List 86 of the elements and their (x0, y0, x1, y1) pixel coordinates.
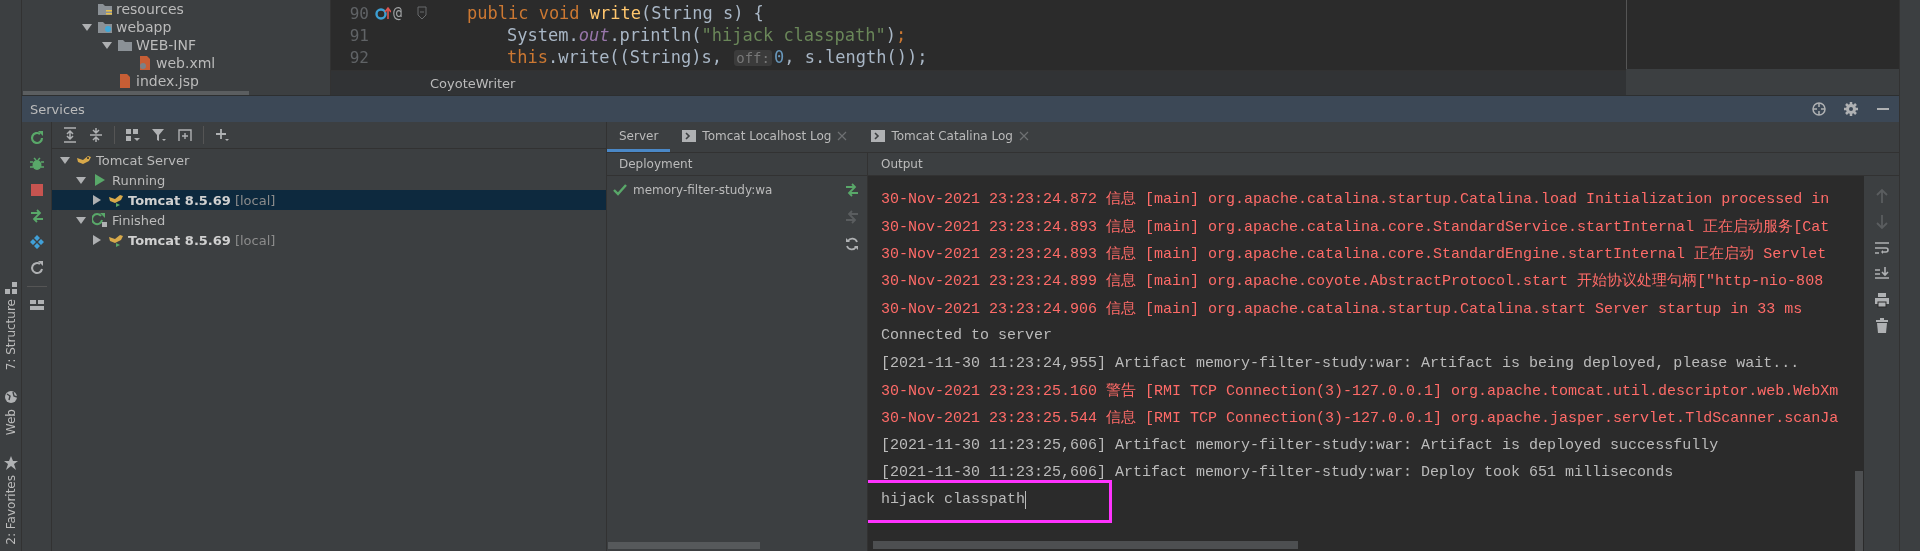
diamonds-icon[interactable] (28, 234, 45, 250)
collapsed-arrow-icon[interactable] (92, 235, 102, 245)
console-line: 30-Nov-2021 23:23:25.160 警告 [RMI TCP Connection(3)-127.0.0.1] org.apache.tomcat.util.descriptor.web.WebXm (881, 381, 1839, 400)
tree-item[interactable]: Tomcat Server (96, 152, 190, 168)
expanded-arrow-icon[interactable] (82, 22, 92, 32)
side-tab[interactable]: 2: Favorites (3, 474, 18, 545)
resources-folder-icon (97, 1, 113, 17)
expanded-arrow-icon[interactable] (76, 215, 86, 225)
filter-icon[interactable] (151, 127, 167, 143)
deploy-icon[interactable] (844, 182, 860, 198)
tomcat-running-icon (108, 192, 124, 208)
deployment-item[interactable]: memory-filter-study:wa (633, 183, 773, 197)
console-line: [2021-11-30 11:23:25,606] Artifact memory-filter-study:war: Deploy took 651 milliseconds (881, 464, 1674, 482)
line-number: 92 (348, 47, 369, 67)
console-line: Connected to server (881, 327, 1053, 345)
side-tab[interactable]: Web (3, 409, 18, 436)
console-line: 30-Nov-2021 23:23:24.893 信息 [main] org.apache.catalina.core.StandardService.startInternal 正在启动服务[Cat (881, 217, 1830, 236)
stop-icon[interactable] (28, 182, 45, 198)
tree-item[interactable]: resources (116, 1, 184, 17)
xml-file-icon (137, 55, 153, 71)
soft-wrap-icon[interactable] (1873, 240, 1890, 256)
line-number: 91 (348, 25, 369, 45)
tree-item-hint: [local] (234, 232, 276, 248)
new-tab-icon[interactable] (177, 127, 193, 143)
tree-item[interactable]: web.xml (156, 55, 216, 71)
expanded-arrow-icon[interactable] (76, 175, 86, 185)
collapse-all-icon[interactable] (88, 127, 104, 143)
deploy-arrows-icon[interactable] (28, 208, 45, 224)
collapsed-arrow-icon[interactable] (92, 195, 102, 205)
jsp-file-icon (117, 73, 133, 89)
scrollbar[interactable] (608, 542, 760, 549)
tree-item[interactable]: Tomcat 8.5.69 (128, 232, 231, 248)
rerun-square-icon (92, 212, 108, 228)
expand-all-icon[interactable] (62, 127, 78, 143)
target-icon[interactable] (1811, 101, 1827, 117)
tree-item[interactable]: index.jsp (136, 73, 199, 89)
console-line: 30-Nov-2021 23:23:24.872 信息 [main] org.apache.catalina.startup.Catalina.load Initialization processed in (881, 190, 1830, 209)
layout-icon[interactable] (28, 297, 45, 313)
override-icon[interactable] (375, 5, 391, 21)
web-folder-icon (97, 19, 113, 35)
group-icon[interactable] (125, 127, 141, 143)
print-icon[interactable] (1873, 292, 1890, 308)
trash-icon[interactable] (1873, 318, 1890, 334)
side-tab[interactable]: 7: Structure (3, 299, 18, 371)
globe-icon[interactable] (3, 390, 18, 405)
console-line: 30-Nov-2021 23:23:25.544 信息 [RMI TCP Connection(3)-127.0.0.1] org.apache.jasper.servlet.TldScanner.scanJa (881, 409, 1839, 428)
tree-item[interactable]: Running (112, 172, 166, 188)
tree-row-highlight[interactable]: Tomcat 8.5.69 [local] (52, 190, 606, 210)
fold-marker-icon[interactable] (417, 6, 427, 20)
rerun-icon[interactable] (28, 130, 45, 146)
tool-window-title: Services (30, 101, 85, 117)
debug-bug-icon[interactable] (28, 156, 45, 172)
code-line: this.write((String)s, off: 0, s.length()); (506, 47, 928, 67)
tree-item[interactable]: webapp (116, 19, 172, 35)
annotation-mark[interactable]: @ (393, 4, 403, 22)
console-line: 30-Nov-2021 23:23:24.893 信息 [main] org.apache.catalina.core.StandardEngine.startInternal 正在启动 Servlet (881, 244, 1827, 263)
star-icon[interactable] (3, 455, 18, 470)
tree-item[interactable]: Finished (112, 212, 166, 228)
settings-icon[interactable] (1843, 101, 1859, 117)
expanded-arrow-icon[interactable] (102, 40, 112, 50)
structure-icon[interactable] (3, 280, 18, 294)
refresh-icon[interactable] (844, 236, 860, 252)
breadcrumb-item[interactable]: CoyoteWriter (430, 75, 516, 91)
console-icon (871, 128, 886, 143)
add-icon[interactable] (214, 127, 230, 143)
tree-item[interactable]: WEB-INF (136, 37, 196, 53)
console-line: hijack classpath (881, 491, 1026, 509)
console-line: [2021-11-30 11:23:24,955] Artifact memory-filter-study:war: Artifact is being deployed, please wait... (881, 354, 1800, 372)
tree-item-hint: [local] (234, 192, 276, 208)
console-icon (682, 128, 697, 143)
console-line: 30-Nov-2021 23:23:24.906 信息 [main] org.apache.catalina.startup.Catalina.start Server startup in 33 ms (881, 299, 1803, 318)
tree-item[interactable]: Tomcat 8.5.69 (128, 192, 231, 208)
code-line: System.out.println("hijack classpath"); (506, 25, 907, 45)
console-line: 30-Nov-2021 23:23:24.899 信息 [main] org.apache.coyote.AbstractProtocol.start 开始协议处理句柄["http-nio-808 (881, 271, 1824, 291)
expanded-arrow-icon[interactable] (60, 155, 70, 165)
tomcat-running-icon (108, 232, 124, 248)
scrollbar[interactable] (873, 541, 1298, 549)
refresh-icon[interactable] (28, 260, 45, 276)
console-line: [2021-11-30 11:23:25,606] Artifact memory-filter-study:war: Artifact is deployed successfully (881, 436, 1719, 454)
text-caret (1025, 491, 1027, 509)
line-number: 90 (348, 3, 369, 23)
tab[interactable]: Tomcat Catalina Log (859, 122, 1041, 152)
scroll-to-end-icon[interactable] (1873, 266, 1890, 282)
folder-icon (117, 37, 133, 53)
code-line: public void write(String s) { (467, 3, 764, 23)
tab[interactable]: Tomcat Localhost Log (670, 122, 860, 152)
